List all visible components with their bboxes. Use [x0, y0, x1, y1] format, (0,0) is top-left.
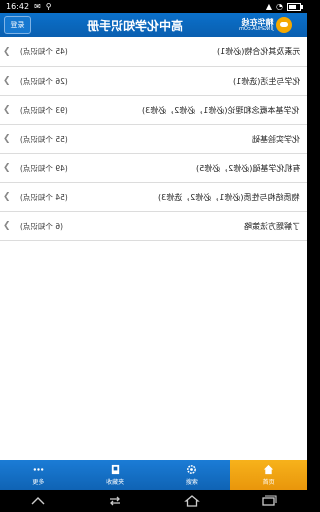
- tab-label: 搜索: [185, 479, 198, 486]
- topic-count: (93 个知识点): [20, 105, 68, 115]
- app-logo: 精华在线 JINGHUA.cOm: [239, 14, 303, 36]
- topic-name: 物质结构与性质(必修1，必修2，选修3): [158, 192, 300, 202]
- topic-row[interactable]: ❮ (93 个知识点) 化学基本概念和理论(必修1，必修2，必修3): [0, 96, 307, 125]
- tab-label: 更多: [32, 479, 45, 486]
- topic-row[interactable]: ❮ (49 个知识点) 有机化学基础(必修2，必修5): [0, 154, 307, 183]
- topic-list: ❮ (45 个知识点) 元素及其化合物(必修1) ❮ (26 个知识点) 化学与…: [0, 37, 307, 241]
- topic-row[interactable]: ❮ (55 个知识点) 化学实验基础: [0, 125, 307, 154]
- recent-icon: [110, 496, 121, 506]
- topic-count: (49 个知识点): [20, 163, 68, 173]
- topic-list-area: ❮ (45 个知识点) 元素及其化合物(必修1) ❮ (26 个知识点) 化学与…: [0, 37, 307, 460]
- home-nav-button[interactable]: [181, 494, 203, 508]
- topic-row[interactable]: ❮ (6 个知识点) 了解题方法策略: [0, 212, 307, 241]
- topic-name: 化学基本概念和理论(必修1，必修2，必修3): [142, 105, 300, 115]
- home-nav-icon: [184, 495, 200, 507]
- apps-icon: [261, 495, 277, 506]
- chevron-left-icon: ❮: [3, 221, 11, 231]
- notification-icon: ✉: [34, 2, 41, 11]
- signal-icon: ▲: [265, 2, 273, 11]
- tab-label: 首页: [262, 479, 275, 486]
- logo-mark-icon: [276, 17, 293, 33]
- tab-search[interactable]: 搜索: [154, 460, 231, 490]
- gear-icon: [187, 465, 197, 474]
- topic-row[interactable]: ❮ (26 个知识点) 化学与生活(选修1): [0, 67, 307, 96]
- topic-name: 化学与生活(选修1): [232, 76, 300, 86]
- apps-button[interactable]: [258, 494, 280, 508]
- recent-button[interactable]: [104, 494, 126, 508]
- chevron-left-icon: ❮: [3, 192, 11, 202]
- more-icon: [33, 468, 44, 471]
- topic-count: (6 个知识点): [20, 221, 64, 231]
- chevron-left-icon: ❮: [3, 76, 11, 86]
- page-title: 高中化学知识手册: [87, 18, 184, 33]
- system-nav-bar: [0, 490, 307, 512]
- chevron-left-icon: ❮: [3, 163, 11, 173]
- chevron-left-icon: ❮: [3, 134, 11, 144]
- topic-count: (55 个知识点): [20, 134, 68, 144]
- tab-home[interactable]: 首页: [230, 460, 307, 490]
- chevron-left-icon: ❮: [3, 46, 11, 57]
- bottom-tab-bar: 更多 收藏夹 搜索 首页: [0, 460, 307, 490]
- back-button[interactable]: [27, 494, 49, 508]
- status-bar: 16:42 ✉ ⚲ ▲ ◔: [0, 0, 307, 13]
- topic-name: 化学实验基础: [252, 134, 300, 144]
- login-button[interactable]: 登录: [4, 16, 31, 34]
- tab-label: 收藏夹: [106, 479, 125, 486]
- logo-domain: JINGHUA.cOm: [239, 25, 274, 32]
- topic-row[interactable]: ❮ (54 个知识点) 物质结构与性质(必修1，必修2，选修3): [0, 183, 307, 212]
- chevron-left-icon: ❮: [3, 105, 11, 115]
- topic-name: 了解题方法策略: [244, 221, 300, 231]
- back-icon: [31, 497, 45, 505]
- topic-count: (54 个知识点): [20, 192, 68, 202]
- wifi-icon: ◔: [276, 2, 283, 11]
- usb-icon: ⚲: [45, 2, 52, 11]
- status-time: 16:42: [6, 2, 30, 11]
- tab-more[interactable]: 更多: [0, 460, 77, 490]
- topic-name: 有机化学基础(必修2，必修5): [195, 163, 300, 173]
- topic-count: (26 个知识点): [20, 76, 68, 86]
- topic-count: (45 个知识点): [20, 47, 68, 56]
- tab-bookmarks[interactable]: 收藏夹: [77, 460, 154, 490]
- battery-icon: [287, 2, 303, 11]
- topic-row[interactable]: ❮ (45 个知识点) 元素及其化合物(必修1): [0, 37, 307, 67]
- home-icon: [264, 464, 274, 475]
- bookmark-icon: [111, 464, 119, 475]
- app-header: 登录 高中化学知识手册 精华在线 JINGHUA.cOm: [0, 13, 307, 37]
- topic-name: 元素及其化合物(必修1): [216, 47, 300, 56]
